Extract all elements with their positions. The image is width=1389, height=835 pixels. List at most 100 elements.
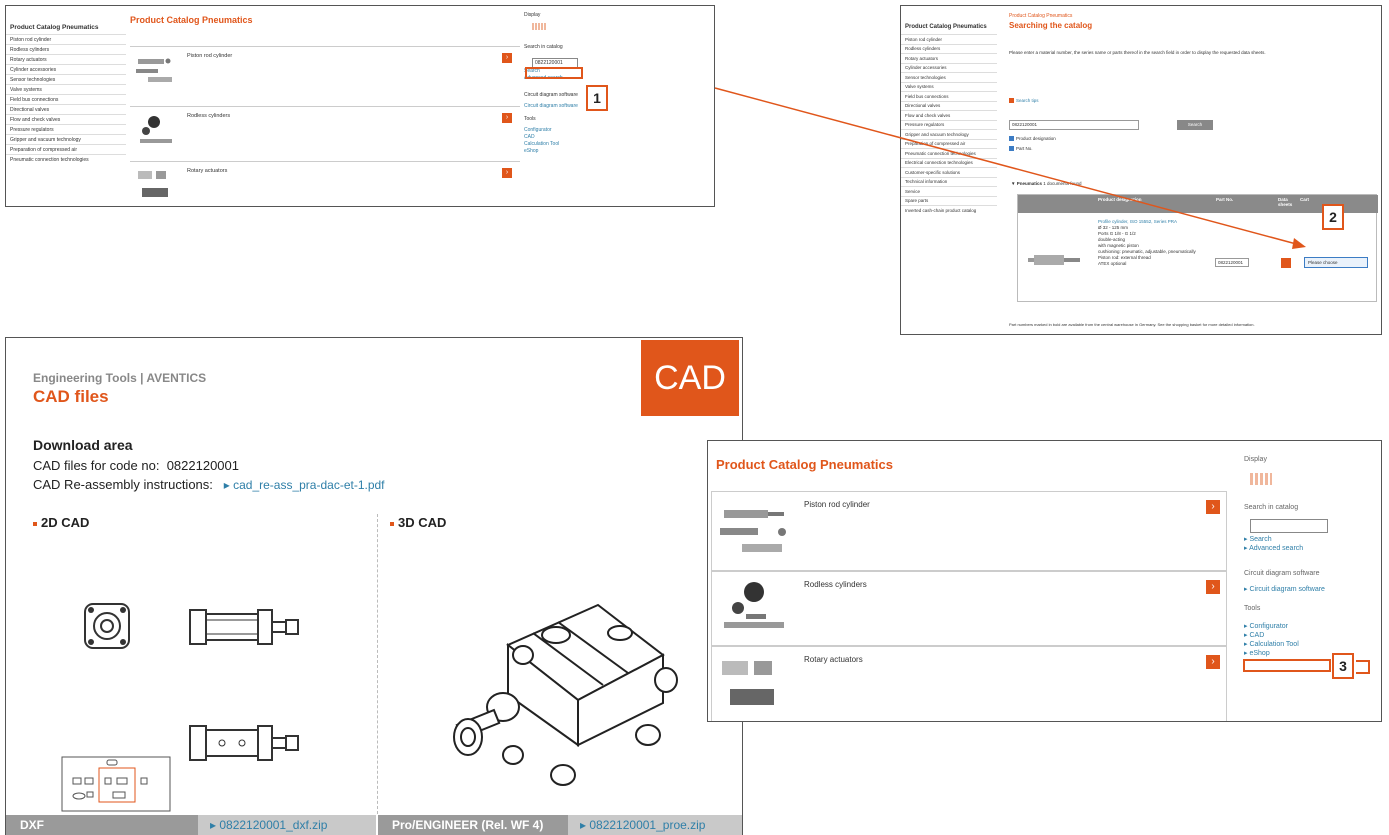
calculation-tool-link[interactable]: Calculation Tool [524,141,624,148]
search-result-panel: Product Catalog Pneumatics Piston rod cy… [900,5,1382,335]
search-input-highlight [525,67,583,79]
rodless-cylinder-thumbnail [724,582,784,628]
product-label[interactable]: Rotary actuators [804,655,863,664]
nav-item[interactable]: Gripper and vacuum technology [6,134,126,144]
reassembly-link[interactable]: ▸ cad_re-ass_pra-dac-et-1.pdf [224,478,385,492]
chevron-right-icon[interactable]: › [502,168,512,178]
cart-select[interactable]: Please choose [1304,257,1368,268]
nav-item[interactable]: Pressure regulators [901,119,997,130]
configurator-link[interactable]: Configurator [524,127,624,134]
chevron-right-icon[interactable]: › [1206,655,1220,669]
advanced-search-link[interactable]: ▸ Advanced search [1244,544,1374,553]
nav-item[interactable]: Sensor technologies [901,72,997,82]
result-label: Pneumatics [1016,181,1042,186]
product-row[interactable]: Rotary actuators › [711,646,1227,721]
cad-link[interactable]: ▸ CAD [1244,631,1374,640]
nav-item[interactable]: Directional valves [6,104,126,114]
search-tips-link[interactable]: Search tips [1009,98,1039,103]
search-input[interactable]: 0822120001 [1009,120,1139,130]
display-label: Display [524,12,541,18]
nav-item[interactable]: Cylinder accessories [6,64,126,74]
nav-item[interactable]: Piston rod cylinder [6,34,126,44]
cad-link-text[interactable]: CAD [1249,632,1264,639]
calculation-tool-link-text[interactable]: Calculation Tool [1249,641,1298,648]
nav-item[interactable]: Spare parts [901,195,997,206]
display-toggle-icon[interactable] [532,23,546,30]
chevron-right-icon[interactable]: › [1206,500,1220,514]
nav-item[interactable]: Electrical connection technologies [901,157,997,168]
nav-item[interactable]: Field bus connections [901,91,997,101]
product-label[interactable]: Rotary actuators [187,168,227,174]
nav-item[interactable]: Rotary actuators [6,54,126,64]
product-designation-checkbox[interactable]: Product designation [1009,136,1056,141]
product-row[interactable]: Rodless cylinders › [130,106,520,161]
file-2d-name[interactable]: 0822120001_dxf.zip [219,818,327,832]
configurator-link-text[interactable]: Configurator [1249,623,1288,630]
search-input[interactable] [1250,519,1328,533]
file-3d-name[interactable]: 0822120001_proe.zip [589,818,705,832]
section-2d: 2D CAD [33,515,89,530]
nav-item[interactable]: Piston rod cylinder [901,34,997,44]
search-link[interactable]: ▸ Search [1244,535,1374,544]
cad-link[interactable]: CAD [524,134,624,141]
nav-item[interactable]: Customer-specific solutions [901,167,997,177]
product-row[interactable]: Rotary actuators › [130,161,520,206]
product-label[interactable]: Piston rod cylinder [187,53,232,59]
rotary-actuator-thumbnail [722,661,774,705]
circuit-link[interactable]: Circuit diagram software [524,103,624,110]
calculation-tool-link[interactable]: ▸ Calculation Tool [1244,640,1374,649]
nav-item[interactable]: Valve systems [901,81,997,92]
nav-item[interactable]: Sensor technologies [6,74,126,84]
nav-item[interactable]: Service [901,186,997,196]
breadcrumb[interactable]: Product Catalog Pneumatics [1009,13,1072,19]
nav-item[interactable]: Rodless cylinders [901,43,997,54]
nav-item[interactable]: Valve systems [6,84,126,94]
circuit-link-text[interactable]: Circuit diagram software [1249,586,1324,593]
nav-item[interactable]: Flow and check valves [6,114,126,124]
reassembly-link-text[interactable]: cad_re-ass_pra-dac-et-1.pdf [233,478,384,492]
circuit-link[interactable]: ▸ Circuit diagram software [1244,585,1374,594]
eshop-link[interactable]: ▸ eShop [1244,649,1374,658]
product-label[interactable]: Rodless cylinders [187,113,230,119]
advanced-search-link-text[interactable]: Advanced search [1249,545,1303,552]
product-row[interactable]: Rodless cylinders › [711,571,1227,646]
nav-item[interactable]: Cylinder accessories [901,62,997,73]
chevron-right-icon[interactable]: › [1206,580,1220,594]
product-row[interactable]: Piston rod cylinder › [711,491,1227,571]
page-title: CAD files [33,387,109,406]
search-link-text[interactable]: Search [1249,536,1271,543]
nav-item[interactable]: Pneumatic connection technologies [901,148,997,158]
product-label[interactable]: Rodless cylinders [804,580,867,589]
eshop-link[interactable]: eShop [524,148,624,155]
nav-item[interactable]: Rodless cylinders [6,44,126,54]
part-no-checkbox[interactable]: Part No. [1009,146,1033,151]
eshop-link-text[interactable]: eShop [1249,650,1269,657]
nav-item[interactable]: Preparation of compressed air [901,138,997,149]
intro-text: Please enter a material number, the seri… [1009,50,1266,55]
nav-item[interactable]: Gripper and vacuum technology [901,129,997,139]
catalog-sidebar: Display Search in catalog 0822120001 Sea… [524,12,624,155]
product-label[interactable]: Piston rod cylinder [804,500,870,509]
nav-item[interactable]: Pressure regulators [6,124,126,134]
product-row[interactable]: Piston rod cylinder › [130,46,520,106]
data-sheet-icon[interactable] [1281,258,1291,268]
nav-item[interactable]: Preparation of compressed air [6,144,126,154]
nav-item[interactable]: Technical information [901,176,997,187]
cylinder-thumbnail [1028,255,1080,265]
nav-item[interactable]: Pneumatic connection technologies [6,154,126,164]
chevron-right-icon[interactable]: › [502,53,512,63]
nav-item[interactable]: Field bus connections [6,94,126,104]
nav-item[interactable]: Rotary actuators [901,53,997,63]
nav-header: Product Catalog Pneumatics [905,24,987,30]
search-button[interactable]: Search [1177,120,1213,130]
rodless-cylinder-thumbnail [140,116,172,143]
part-no-select[interactable]: 0822120001 [1215,258,1249,267]
download-3d-link[interactable]: ▸ 0822120001_proe.zip [568,815,742,835]
nav-item[interactable]: Inverted cash-chain product catalog [901,205,997,215]
nav-item[interactable]: Flow and check valves [901,110,997,120]
display-toggle-icon[interactable] [1250,473,1272,485]
configurator-link[interactable]: ▸ Configurator [1244,622,1374,631]
download-2d-link[interactable]: ▸ 0822120001_dxf.zip [198,815,376,835]
nav-item[interactable]: Directional valves [901,100,997,111]
chevron-right-icon[interactable]: › [502,113,512,123]
